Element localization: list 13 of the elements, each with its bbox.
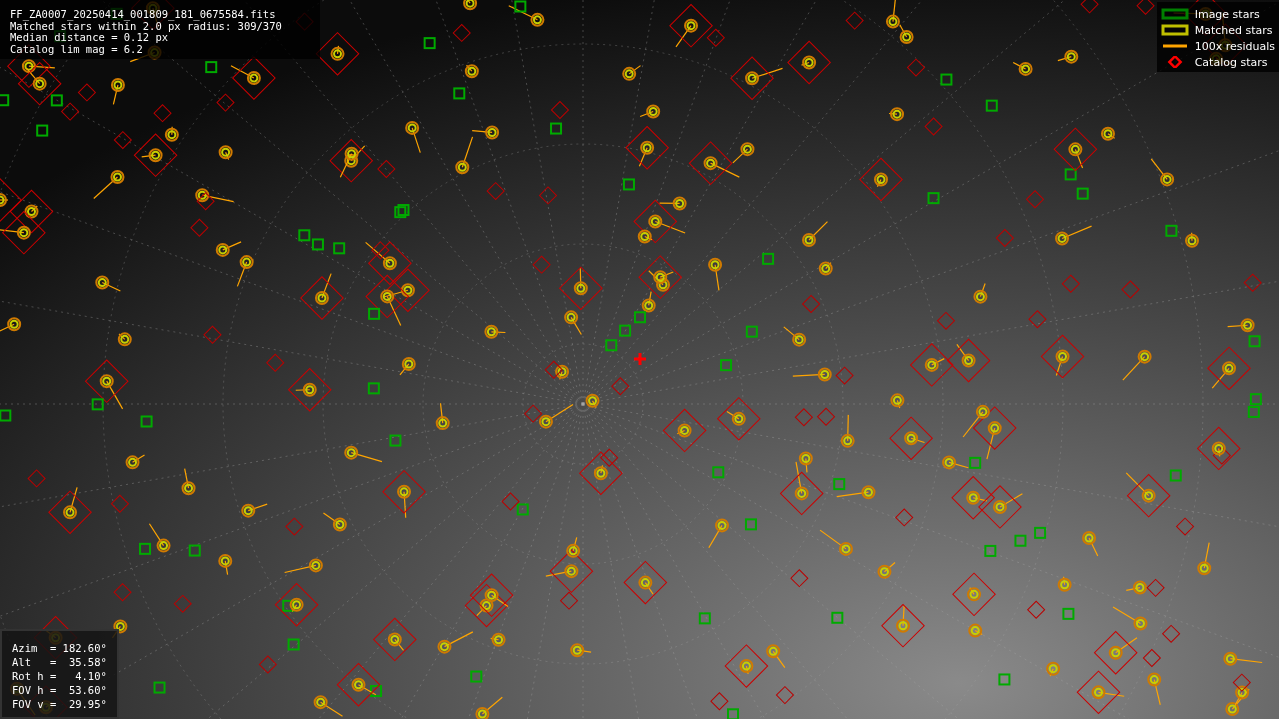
legend-label: Catalog stars — [1194, 55, 1268, 69]
pointing-text: FOV h = 53.60° — [12, 683, 107, 697]
pointing-text: Alt = 35.58° — [12, 655, 107, 669]
info-text: Catalog lim mag = 6.2 — [10, 43, 144, 55]
legend-label: 100x residuals — [1194, 39, 1275, 53]
pointing-text: Rot h = 4.10° — [12, 669, 107, 683]
pointing-text: Azim = 182.60° — [12, 641, 107, 655]
info-text: FF_ZA0007_20250414_001809_181_0675584.fits — [10, 9, 277, 21]
legend-label: Matched stars — [1194, 23, 1273, 37]
info-text: Matched stars within 2.0 px radius: 309/370 — [10, 20, 283, 32]
info-text: Median distance = 0.12 px — [10, 32, 169, 44]
legend-label: Image stars — [1194, 7, 1260, 21]
pointing-text: FOV v = 29.95° — [12, 697, 107, 711]
